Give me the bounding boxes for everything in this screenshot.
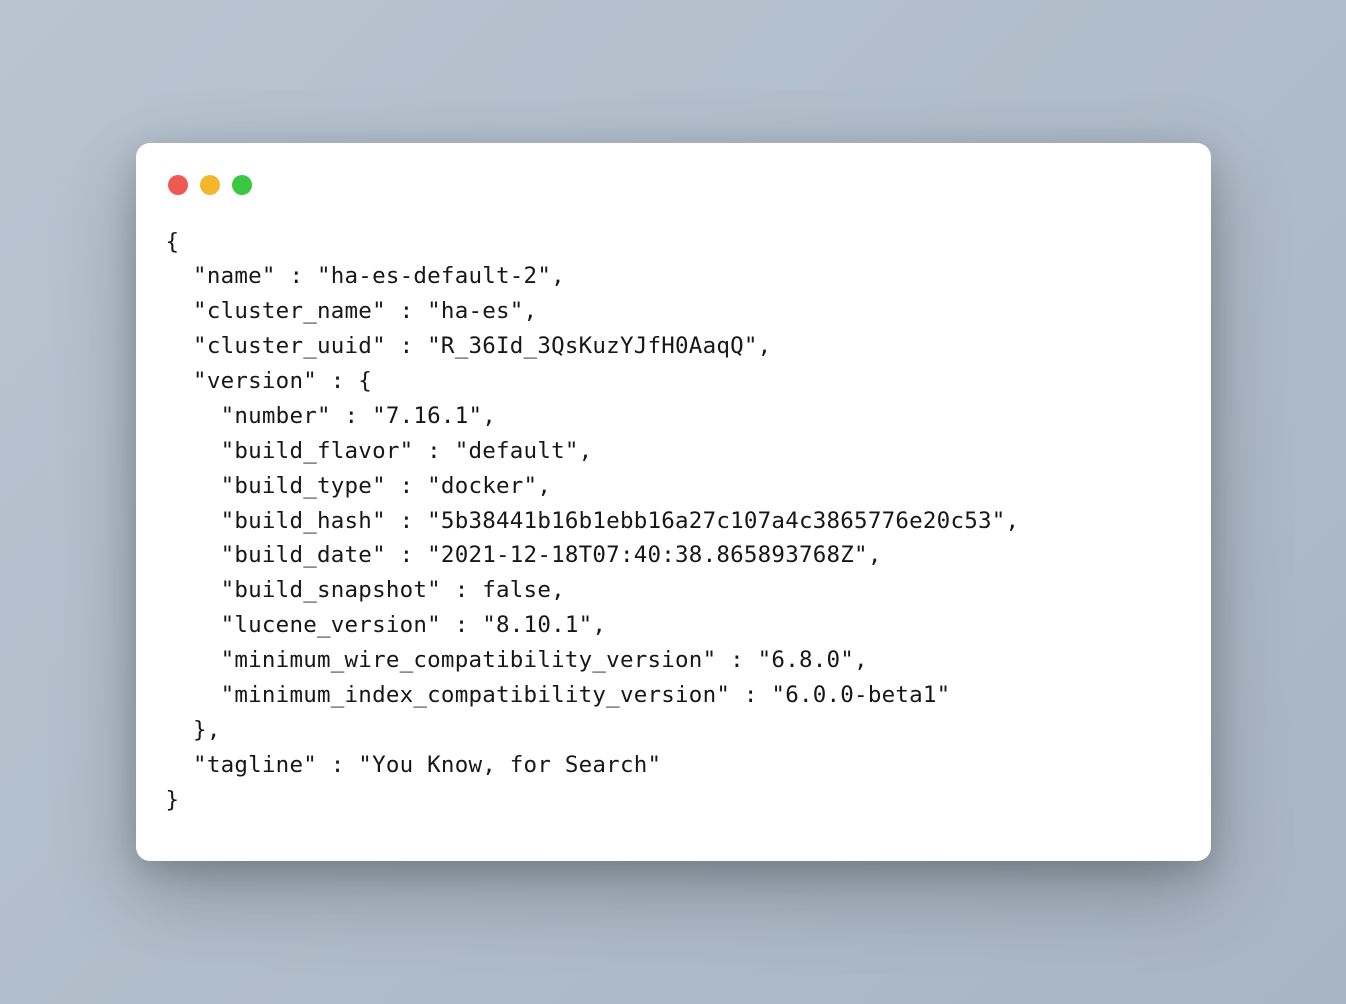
code-line: "build_type" : "docker",	[166, 473, 552, 499]
code-line: "build_hash" : "5b38441b16b1ebb16a27c107…	[166, 508, 1020, 534]
minimize-icon[interactable]	[200, 175, 220, 195]
maximize-icon[interactable]	[232, 175, 252, 195]
code-line: "cluster_uuid" : "R_36Id_3QsKuzYJfH0AaqQ…	[166, 333, 772, 359]
terminal-window: { "name" : "ha-es-default-2", "cluster_n…	[136, 143, 1211, 862]
code-line: "build_flavor" : "default",	[166, 438, 593, 464]
code-line: "build_snapshot" : false,	[166, 577, 565, 603]
code-line: "number" : "7.16.1",	[166, 403, 497, 429]
code-line: {	[166, 229, 180, 255]
code-line: "minimum_index_compatibility_version" : …	[166, 682, 951, 708]
code-line: "tagline" : "You Know, for Search"	[166, 752, 662, 778]
code-line: "version" : {	[166, 368, 373, 394]
window-titlebar	[136, 171, 1211, 215]
code-line: "build_date" : "2021-12-18T07:40:38.8658…	[166, 542, 882, 568]
code-line: }	[166, 787, 180, 813]
code-line: },	[166, 717, 221, 743]
code-line: "cluster_name" : "ha-es",	[166, 298, 538, 324]
code-line: "name" : "ha-es-default-2",	[166, 263, 565, 289]
code-line: "lucene_version" : "8.10.1",	[166, 612, 607, 638]
close-icon[interactable]	[168, 175, 188, 195]
code-line: "minimum_wire_compatibility_version" : "…	[166, 647, 868, 673]
code-block: { "name" : "ha-es-default-2", "cluster_n…	[136, 215, 1211, 818]
